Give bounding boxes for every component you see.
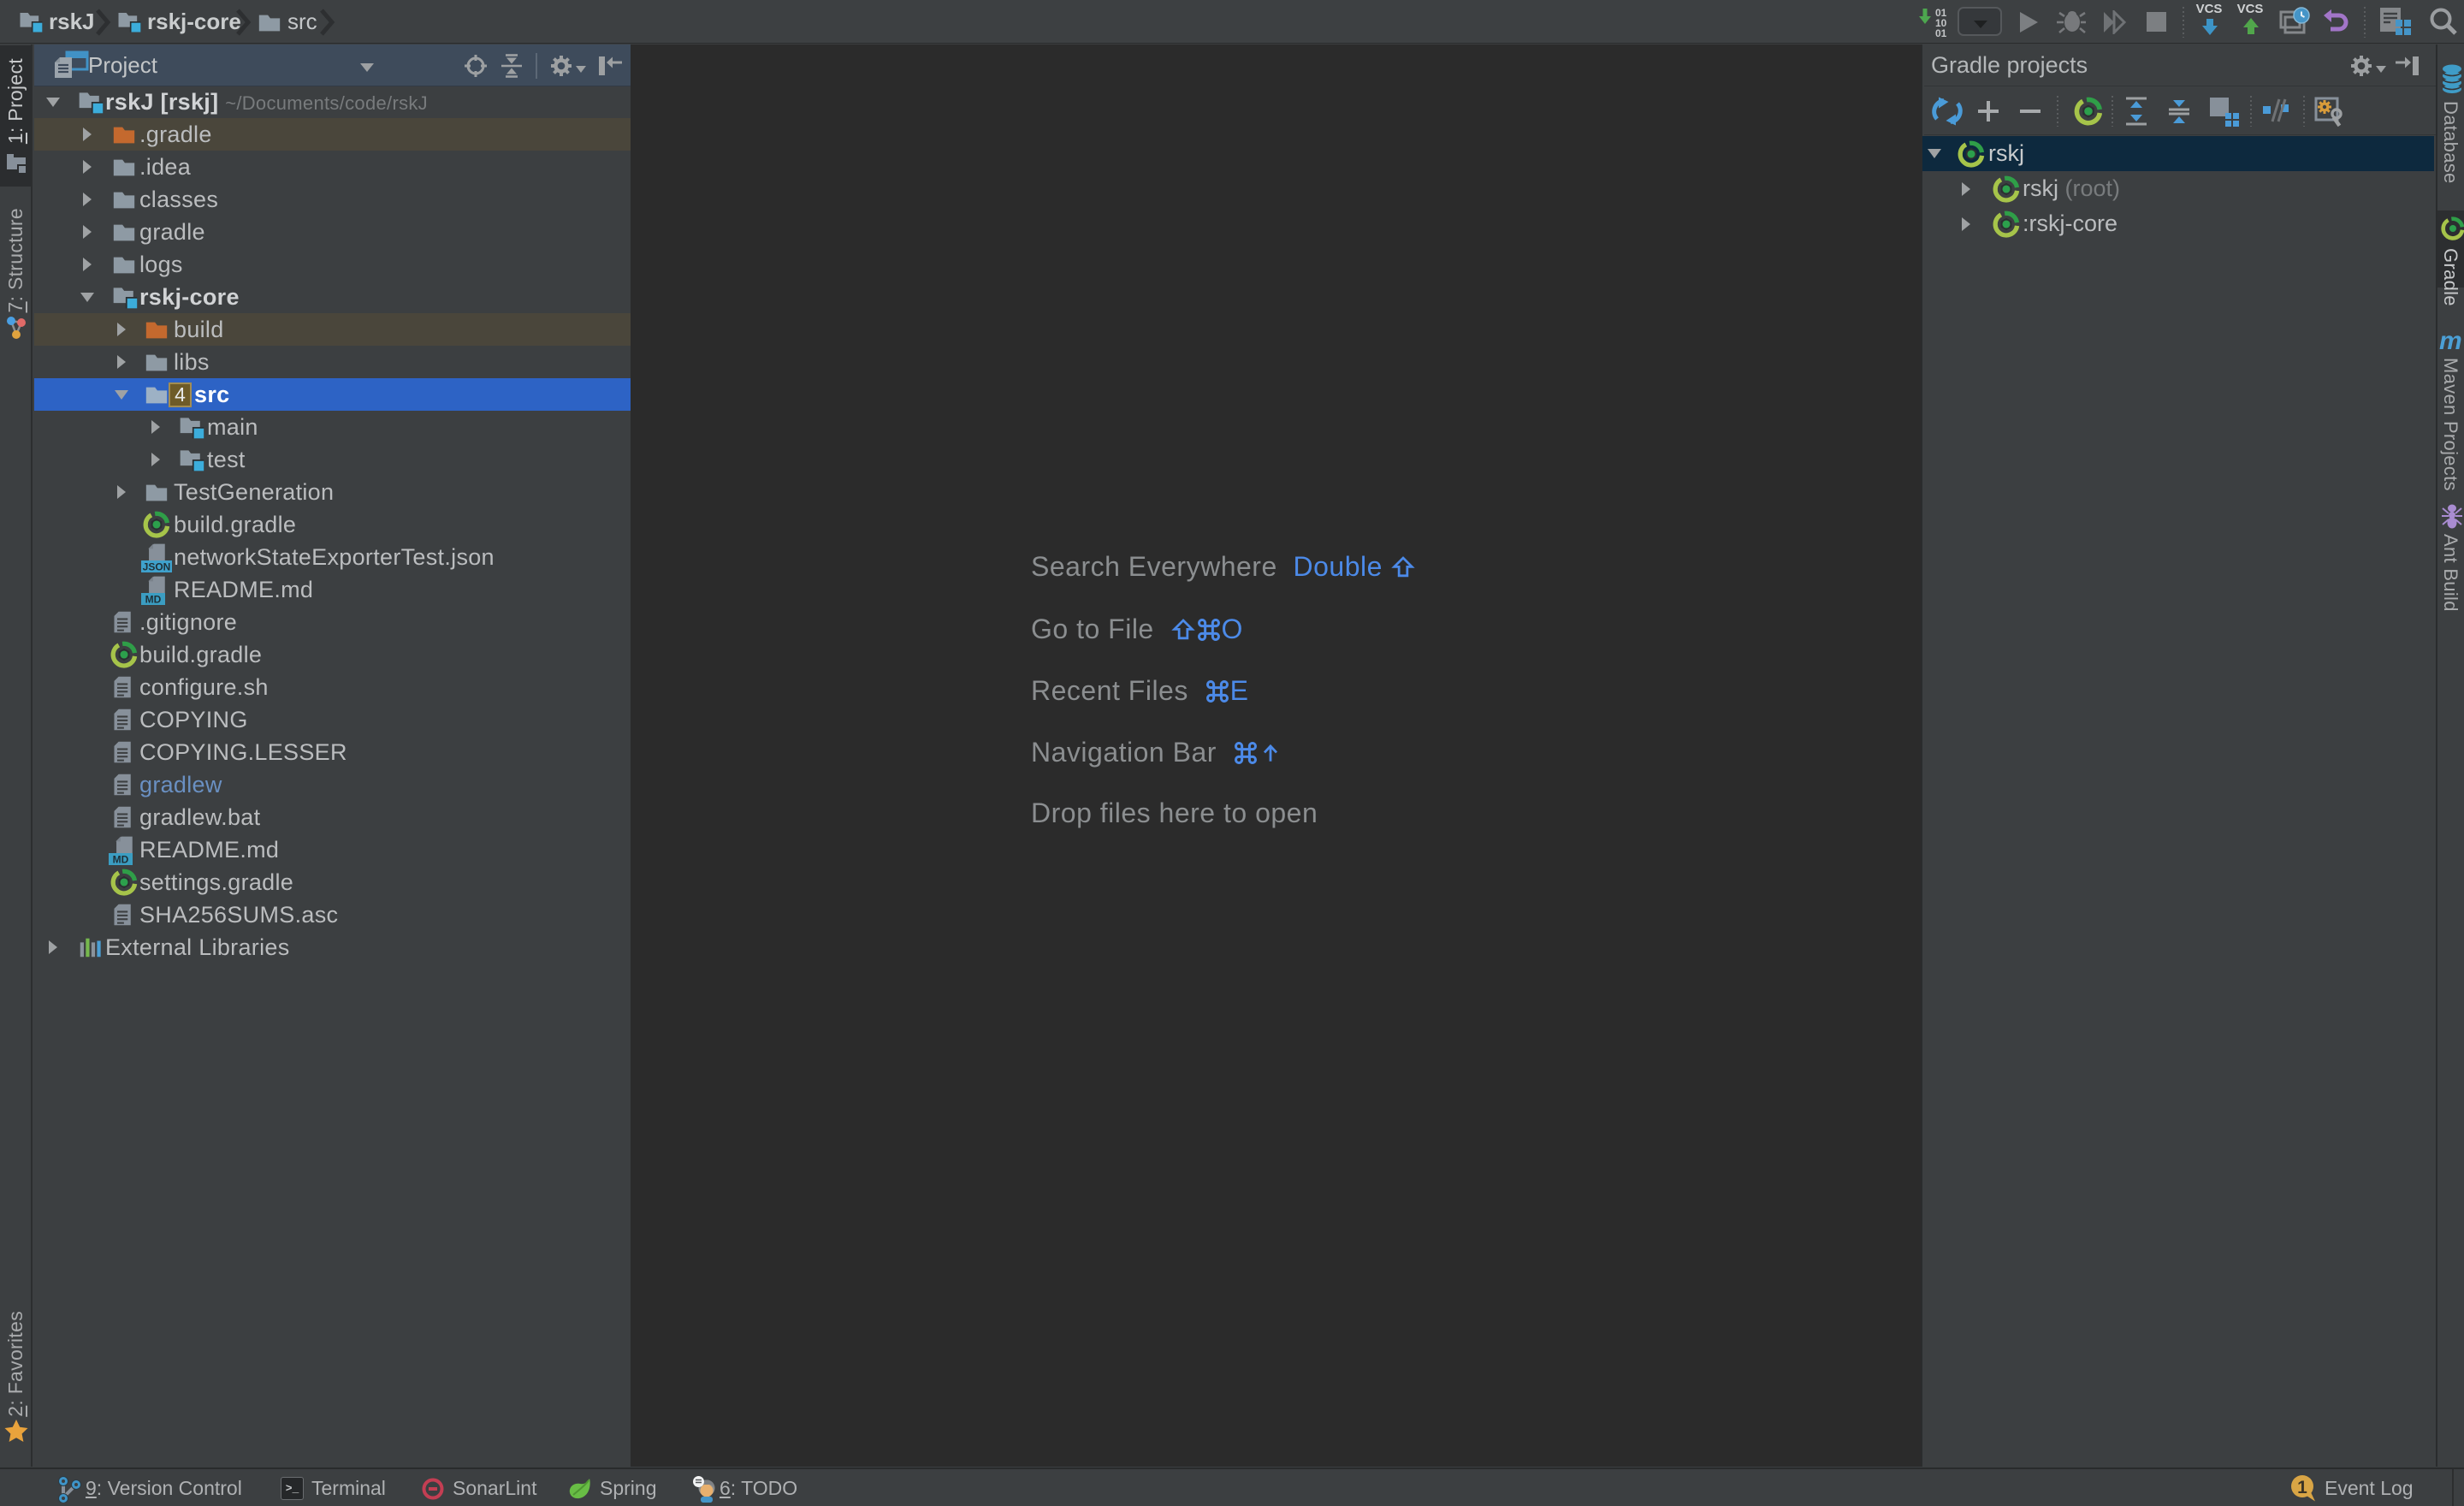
svg-text:1: 1 — [2297, 1478, 2307, 1497]
svg-text:MD: MD — [145, 593, 162, 605]
svg-text:MD: MD — [113, 853, 129, 865]
svg-text:JSON: JSON — [143, 560, 171, 572]
svg-text:01: 01 — [1935, 27, 1947, 39]
